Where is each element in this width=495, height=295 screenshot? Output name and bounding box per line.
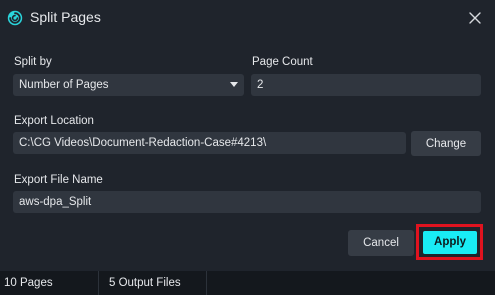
split-pages-dialog: Split Pages Split by Number of Pages Pag…: [0, 0, 495, 295]
page-count-input[interactable]: 2: [251, 74, 481, 96]
change-button[interactable]: Change: [411, 131, 481, 156]
status-output-files: 5 Output Files: [109, 277, 181, 289]
export-file-name-label: Export File Name: [14, 174, 103, 186]
split-by-value: Number of Pages: [19, 79, 109, 91]
split-by-select[interactable]: Number of Pages: [13, 74, 244, 96]
change-button-label: Change: [425, 138, 467, 150]
export-location-input[interactable]: C:\CG Videos\Document-Redaction-Case#421…: [13, 132, 406, 154]
export-location-value: C:\CG Videos\Document-Redaction-Case#421…: [19, 137, 267, 149]
status-divider: [98, 271, 99, 295]
status-divider: [206, 271, 207, 295]
status-bar: 10 Pages 5 Output Files: [0, 271, 495, 295]
apply-button[interactable]: Apply: [423, 231, 477, 254]
export-file-name-value: aws-dpa_Split: [19, 196, 92, 208]
page-count-label: Page Count: [252, 56, 313, 68]
cancel-button[interactable]: Cancel: [348, 230, 414, 256]
status-pages: 10 Pages: [4, 277, 53, 289]
close-icon[interactable]: [465, 8, 485, 28]
export-location-label: Export Location: [14, 115, 94, 127]
dialog-title: Split Pages: [30, 9, 101, 25]
title-bar: Split Pages: [0, 0, 495, 36]
chevron-down-icon: [230, 82, 238, 87]
apply-button-label: Apply: [434, 236, 466, 248]
split-app-icon: [7, 10, 23, 26]
page-count-value: 2: [257, 79, 264, 91]
export-file-name-input[interactable]: aws-dpa_Split: [13, 191, 481, 213]
cancel-button-label: Cancel: [363, 237, 399, 249]
split-by-label: Split by: [14, 56, 52, 68]
